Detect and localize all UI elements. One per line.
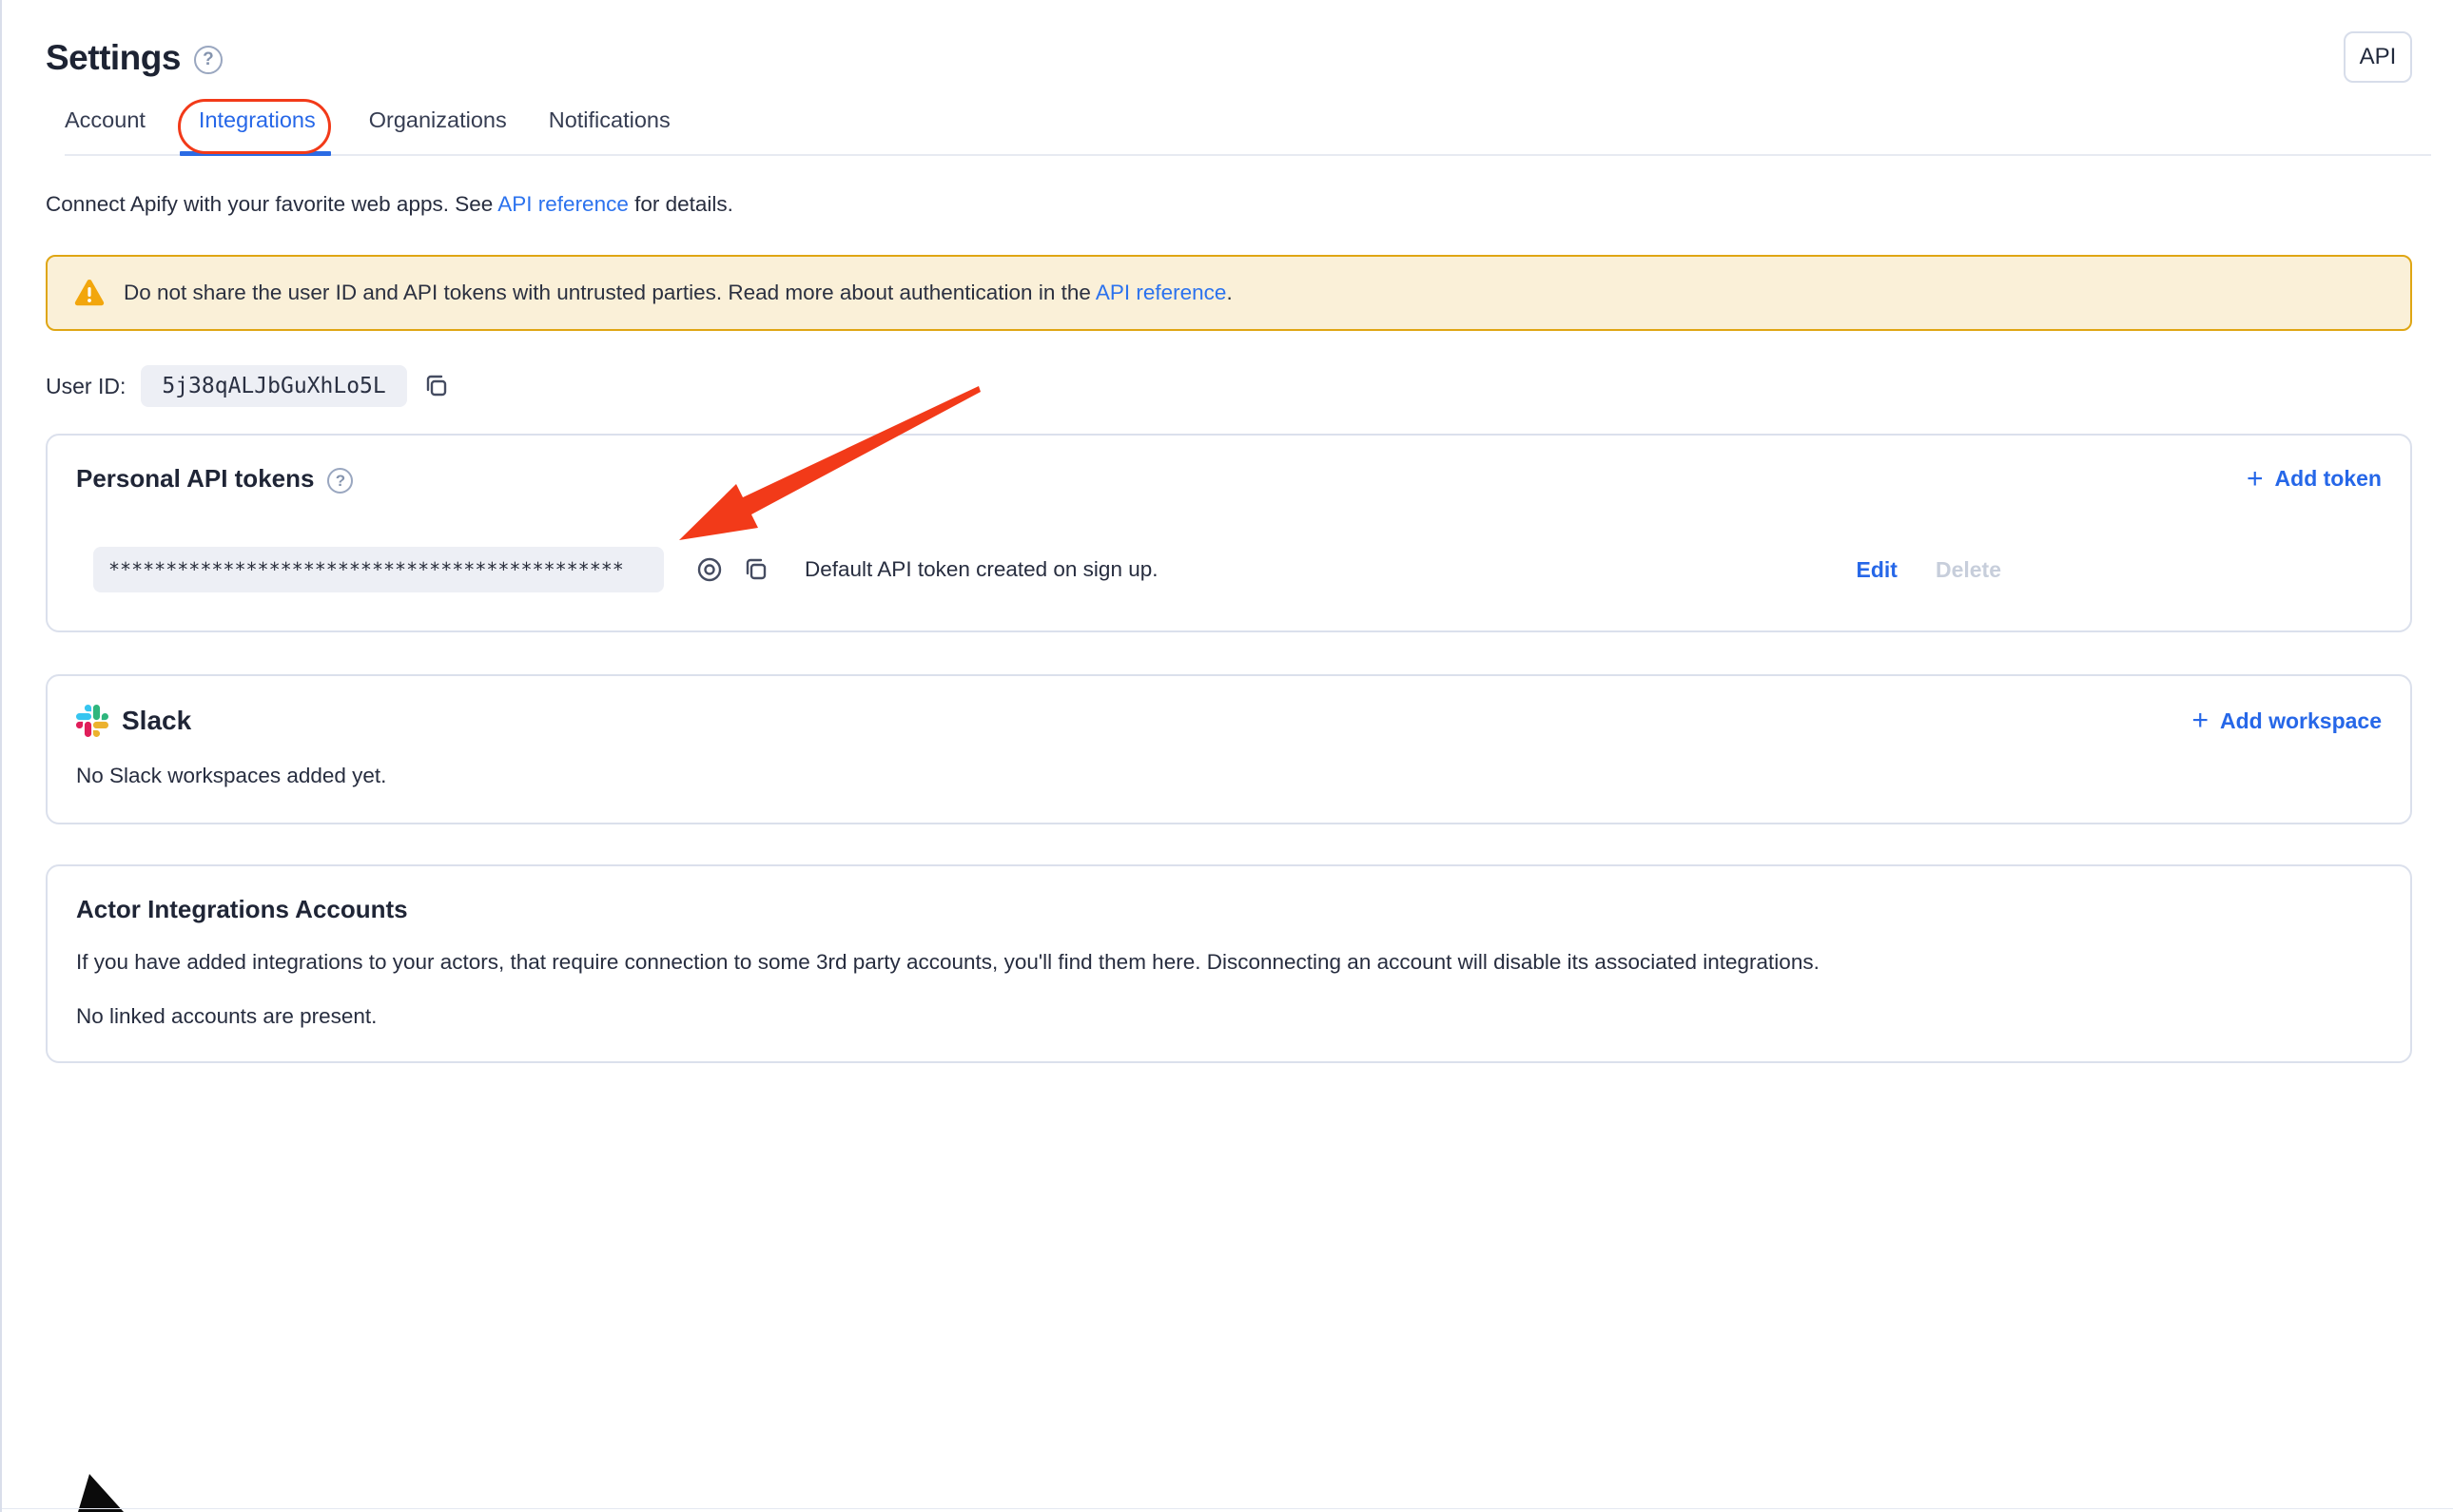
token-row: ****************************************…: [93, 547, 2382, 592]
slack-logo-icon: [76, 705, 108, 737]
masked-token-field[interactable]: ****************************************…: [93, 547, 664, 592]
plus-icon: +: [2247, 470, 2264, 489]
page-header: Settings ? API: [46, 0, 2412, 83]
warning-banner: Do not share the user ID and API tokens …: [46, 255, 2412, 331]
api-reference-link[interactable]: API reference: [497, 192, 629, 216]
slack-card-title: Slack: [122, 706, 191, 736]
copy-icon: [422, 372, 451, 400]
user-id-row: User ID: 5j38qALJbGuXhLo5L: [46, 365, 2412, 407]
tab-account[interactable]: Account: [65, 107, 146, 154]
actor-card-description: If you have added integrations to your a…: [76, 949, 2382, 976]
actor-card-title: Actor Integrations Accounts: [76, 895, 2382, 924]
warning-text: Do not share the user ID and API tokens …: [124, 281, 1233, 305]
settings-page: Settings ? API Account Integrations Orga…: [46, 0, 2412, 1063]
copy-user-id-button[interactable]: [422, 372, 451, 400]
add-token-button[interactable]: + Add token: [2247, 466, 2382, 492]
add-workspace-button[interactable]: + Add workspace: [2191, 708, 2382, 734]
personal-api-tokens-card: Personal API tokens ? + Add token ******…: [46, 434, 2412, 632]
user-id-label: User ID:: [46, 374, 126, 399]
plus-icon: +: [2191, 711, 2209, 730]
eye-icon: [694, 554, 725, 585]
page-title: Settings: [46, 38, 181, 78]
warning-api-reference-link[interactable]: API reference: [1096, 281, 1227, 304]
edit-token-button[interactable]: Edit: [1857, 557, 1898, 583]
copy-token-button[interactable]: [742, 555, 770, 584]
warning-triangle-icon: [74, 279, 105, 307]
delete-token-button[interactable]: Delete: [1936, 557, 2001, 583]
settings-tabs: Account Integrations Organizations Notif…: [65, 107, 2431, 156]
reveal-token-button[interactable]: [694, 554, 725, 585]
slack-card: Slack + Add workspace No Slack workspace…: [46, 674, 2412, 824]
user-id-value: 5j38qALJbGuXhLo5L: [141, 365, 406, 407]
tokens-card-title: Personal API tokens: [76, 464, 314, 494]
tokens-help-icon[interactable]: ?: [327, 468, 353, 494]
slack-empty-text: No Slack workspaces added yet.: [76, 764, 2382, 788]
actor-empty-text: No linked accounts are present.: [76, 1004, 2382, 1029]
bottom-edge-divider: [2, 1508, 2453, 1509]
tab-notifications[interactable]: Notifications: [549, 107, 671, 154]
active-tab-underline: [180, 151, 331, 156]
actor-integrations-card: Actor Integrations Accounts If you have …: [46, 864, 2412, 1063]
settings-help-icon[interactable]: ?: [194, 46, 223, 74]
tab-organizations[interactable]: Organizations: [369, 107, 507, 154]
token-description: Default API token created on sign up.: [805, 557, 1158, 582]
intro-text: Connect Apify with your favorite web app…: [46, 192, 2412, 217]
copy-icon: [742, 555, 770, 584]
tab-integrations[interactable]: Integrations: [187, 107, 327, 154]
api-button[interactable]: API: [2344, 31, 2412, 83]
